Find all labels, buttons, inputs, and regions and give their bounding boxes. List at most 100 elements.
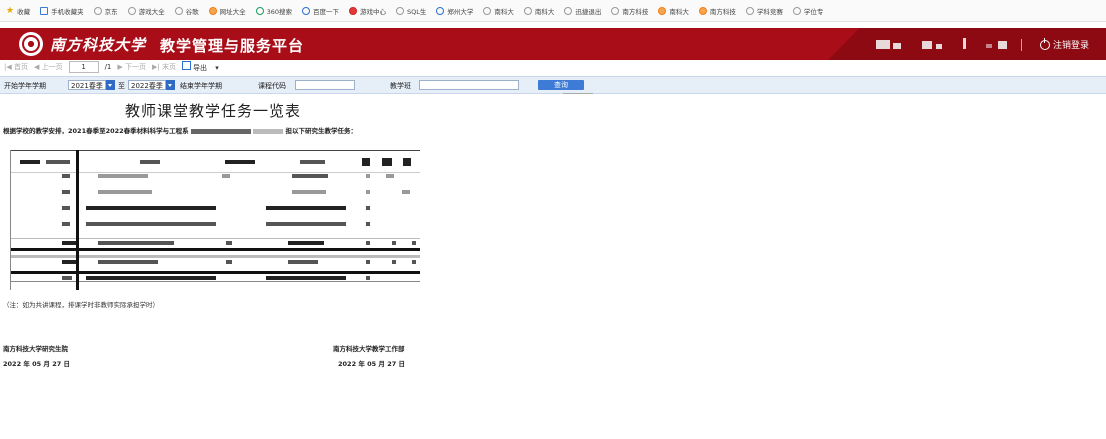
user-info-pixelated: [998, 41, 1007, 49]
export-icon: [181, 61, 191, 70]
bookmark-item[interactable]: 南方科技: [698, 6, 736, 16]
table-row-line: [10, 172, 420, 173]
bookmark-item[interactable]: ★ 收藏: [6, 6, 30, 16]
globe-icon: [483, 6, 492, 15]
globe-icon: [93, 6, 102, 15]
signature-left: 南方科技大学研究生院: [3, 345, 68, 353]
bookmark-item[interactable]: 迅捷退出: [564, 6, 601, 16]
table-row-line: [10, 238, 420, 239]
table-cell: [62, 241, 76, 245]
teaching-class-input[interactable]: [419, 80, 519, 90]
range-separator: 至: [118, 82, 125, 90]
table-cell: [366, 260, 370, 264]
redacted-text: [253, 128, 284, 134]
first-page-button[interactable]: |◀ 首页: [4, 62, 28, 72]
user-info-pixelated: [963, 38, 966, 49]
bookmark-item[interactable]: 游戏中心: [349, 6, 386, 16]
table-cell: [46, 160, 70, 164]
globe-icon: [523, 6, 532, 15]
star-icon: ★: [6, 5, 15, 16]
end-term-select[interactable]: 2022春季: [128, 80, 166, 90]
table-cell: [362, 158, 370, 166]
bookmark-item[interactable]: 南方科技: [611, 6, 648, 16]
table-cell: [62, 190, 70, 194]
orange-icon: [658, 6, 667, 15]
next-page-button[interactable]: ▶ 下一页: [117, 62, 146, 72]
app-header: 南方科技大学 教学管理与服务平台 注销登录: [0, 28, 1106, 62]
blue-icon: [436, 6, 445, 15]
report-note: （注：如为共讲课程，排课学时非教师实际承担学时）: [3, 301, 159, 309]
bookmark-item[interactable]: 郑州大学: [436, 6, 473, 16]
blue-icon: [302, 6, 310, 15]
table-cell: [292, 174, 328, 178]
table-cell: [98, 174, 148, 178]
bookmark-item[interactable]: 百度一下: [302, 6, 339, 16]
chevron-down-icon[interactable]: [106, 80, 115, 90]
table-cell: [62, 206, 70, 210]
course-code-label: 课程代码: [258, 82, 286, 90]
bookmark-item[interactable]: SQL生: [396, 6, 426, 16]
table-cell: [366, 190, 370, 194]
orange-icon: [208, 6, 217, 15]
user-info-pixelated: [876, 40, 890, 49]
signature-right: 南方科技大学教学工作部: [333, 345, 405, 353]
school-logo-icon: [19, 32, 43, 56]
logout-label: 注销登录: [1053, 41, 1090, 51]
last-page-button[interactable]: ▶| 末页: [152, 62, 176, 72]
table-row-line: [10, 271, 420, 274]
table-cell: [386, 174, 394, 178]
course-code-input[interactable]: [295, 80, 355, 90]
table-row-line: [10, 248, 420, 251]
page-number-input[interactable]: 1: [68, 61, 99, 73]
table-cell: [403, 158, 411, 166]
table-cell: [292, 190, 326, 194]
table-cell: [366, 174, 370, 178]
logout-button[interactable]: 注销登录: [1040, 37, 1090, 51]
bookmark-item[interactable]: 网址大全: [208, 6, 246, 16]
bookmark-item[interactable]: 南科大: [483, 6, 514, 16]
export-button[interactable]: 导出 ▾: [181, 61, 219, 73]
bookmark-label: SQL生: [407, 7, 427, 16]
globe-icon: [127, 6, 136, 15]
bookmark-label: 南方科技: [709, 7, 736, 16]
bookmark-label: 收藏: [17, 7, 31, 16]
divider: [563, 93, 593, 94]
table-cell: [98, 190, 152, 194]
bookmark-item[interactable]: 南科大: [658, 6, 689, 16]
table-row-line: [10, 281, 420, 282]
bookmark-item[interactable]: 游戏大全: [127, 6, 165, 16]
bookmark-item[interactable]: 谷歌: [174, 6, 199, 16]
bookmark-item[interactable]: 京东: [93, 6, 118, 16]
bookmark-item[interactable]: 360搜索: [255, 6, 292, 16]
table-row-line: [10, 255, 420, 258]
start-term-select[interactable]: 2021春季: [68, 80, 106, 90]
table-cell: [226, 241, 232, 245]
teaching-task-table: [10, 150, 430, 290]
bookmark-item[interactable]: 学位专: [792, 6, 823, 16]
bookmark-item[interactable]: 南科大: [523, 6, 554, 16]
date-left: 2022 年 05 月 27 日: [3, 360, 70, 368]
filter-bar: 开始学年学期 2021春季 至 2022春季 结束学年学期 课程代码 教学班 查…: [0, 76, 1106, 94]
table-column-line: [10, 150, 11, 290]
bookmark-label: 南科大: [494, 7, 514, 16]
table-cell: [86, 276, 216, 280]
power-icon: [1040, 37, 1050, 50]
user-info-pixelated: [893, 43, 901, 49]
table-cell: [225, 160, 255, 164]
bookmark-label: 谷歌: [185, 7, 199, 16]
table-cell: [86, 206, 216, 210]
school-name: 南方科技大学: [50, 36, 147, 54]
bookmark-item[interactable]: 学科竞赛: [745, 6, 783, 16]
table-cell: [62, 174, 70, 178]
chevron-down-icon[interactable]: [166, 80, 175, 90]
query-button[interactable]: 查询: [538, 80, 584, 90]
bookmark-item[interactable]: 手机收藏夹: [40, 6, 84, 16]
table-cell: [86, 222, 216, 226]
bookmark-label: 游戏大全: [138, 7, 165, 16]
table-cell: [300, 160, 325, 164]
table-cell: [20, 160, 40, 164]
table-cell: [412, 260, 416, 264]
prev-page-button[interactable]: ◀ 上一页: [34, 62, 63, 72]
table-cell: [402, 190, 410, 194]
header-divider: [1021, 39, 1022, 51]
